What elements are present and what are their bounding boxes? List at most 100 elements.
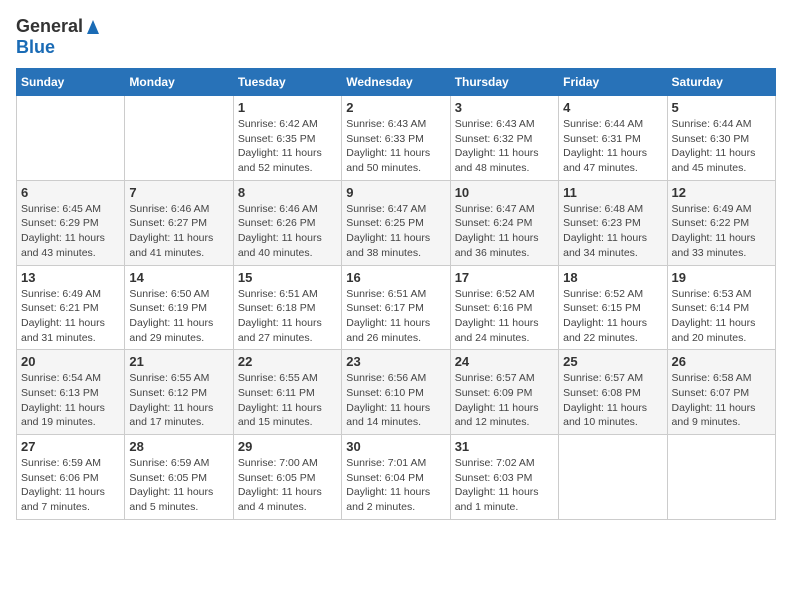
logo-blue-text: Blue	[16, 37, 55, 58]
day-info: Sunrise: 6:52 AM Sunset: 6:15 PM Dayligh…	[563, 287, 662, 346]
day-number: 14	[129, 270, 228, 285]
day-info: Sunrise: 6:44 AM Sunset: 6:30 PM Dayligh…	[672, 117, 771, 176]
calendar-week-row: 1Sunrise: 6:42 AM Sunset: 6:35 PM Daylig…	[17, 96, 776, 181]
calendar-cell: 21 Sunrise: 6:55 AM Sunset: 6:12 PM Dayli…	[125, 350, 233, 435]
day-number: 21	[129, 354, 228, 369]
day-info: Sunrise: 6:53 AM Sunset: 6:14 PM Dayligh…	[672, 287, 771, 346]
calendar-week-row: 6 Sunrise: 6:45 AM Sunset: 6:29 PM Daylig…	[17, 180, 776, 265]
logo-general-text: General	[16, 16, 83, 37]
day-info: Sunrise: 7:00 AM Sunset: 6:05 PM Dayligh…	[238, 456, 337, 515]
day-number: 9	[346, 185, 445, 200]
calendar-cell: 27 Sunrise: 6:59 AM Sunset: 6:06 PM Dayli…	[17, 435, 125, 520]
calendar-cell: 17 Sunrise: 6:52 AM Sunset: 6:16 PM Dayli…	[450, 265, 558, 350]
calendar-cell: 5 Sunrise: 6:44 AM Sunset: 6:30 PM Daylig…	[667, 96, 775, 181]
calendar-cell: 6 Sunrise: 6:45 AM Sunset: 6:29 PM Daylig…	[17, 180, 125, 265]
calendar-cell: 4 Sunrise: 6:44 AM Sunset: 6:31 PM Daylig…	[559, 96, 667, 181]
day-number: 7	[129, 185, 228, 200]
day-info: Sunrise: 6:43 AM Sunset: 6:32 PM Dayligh…	[455, 117, 554, 176]
calendar-cell: 11 Sunrise: 6:48 AM Sunset: 6:23 PM Dayli…	[559, 180, 667, 265]
calendar-cell: 24Sunrise: 6:57 AM Sunset: 6:09 PM Dayli…	[450, 350, 558, 435]
calendar-cell	[17, 96, 125, 181]
calendar-day-header: Tuesday	[233, 69, 341, 96]
calendar-cell: 1Sunrise: 6:42 AM Sunset: 6:35 PM Daylig…	[233, 96, 341, 181]
day-number: 27	[21, 439, 120, 454]
day-info: Sunrise: 6:59 AM Sunset: 6:05 PM Dayligh…	[129, 456, 228, 515]
calendar-cell: 2Sunrise: 6:43 AM Sunset: 6:33 PM Daylig…	[342, 96, 450, 181]
day-info: Sunrise: 6:47 AM Sunset: 6:24 PM Dayligh…	[455, 202, 554, 261]
calendar-cell: 22 Sunrise: 6:55 AM Sunset: 6:11 PM Dayli…	[233, 350, 341, 435]
calendar-cell: 20Sunrise: 6:54 AM Sunset: 6:13 PM Dayli…	[17, 350, 125, 435]
calendar-cell	[125, 96, 233, 181]
day-info: Sunrise: 6:48 AM Sunset: 6:23 PM Dayligh…	[563, 202, 662, 261]
calendar-week-row: 13 Sunrise: 6:49 AM Sunset: 6:21 PM Dayli…	[17, 265, 776, 350]
day-number: 12	[672, 185, 771, 200]
calendar-cell: 3Sunrise: 6:43 AM Sunset: 6:32 PM Daylig…	[450, 96, 558, 181]
day-info: Sunrise: 6:45 AM Sunset: 6:29 PM Dayligh…	[21, 202, 120, 261]
calendar-cell: 29 Sunrise: 7:00 AM Sunset: 6:05 PM Dayli…	[233, 435, 341, 520]
calendar-cell: 14 Sunrise: 6:50 AM Sunset: 6:19 PM Dayli…	[125, 265, 233, 350]
calendar-day-header: Thursday	[450, 69, 558, 96]
day-info: Sunrise: 6:43 AM Sunset: 6:33 PM Dayligh…	[346, 117, 445, 176]
day-number: 30	[346, 439, 445, 454]
day-info: Sunrise: 6:46 AM Sunset: 6:26 PM Dayligh…	[238, 202, 337, 261]
logo-triangle-icon	[84, 18, 102, 36]
day-number: 28	[129, 439, 228, 454]
day-number: 8	[238, 185, 337, 200]
day-info: Sunrise: 6:55 AM Sunset: 6:11 PM Dayligh…	[238, 371, 337, 430]
calendar-cell: 30Sunrise: 7:01 AM Sunset: 6:04 PM Dayli…	[342, 435, 450, 520]
calendar-cell: 16Sunrise: 6:51 AM Sunset: 6:17 PM Dayli…	[342, 265, 450, 350]
calendar-week-row: 20Sunrise: 6:54 AM Sunset: 6:13 PM Dayli…	[17, 350, 776, 435]
day-number: 6	[21, 185, 120, 200]
calendar-cell: 25 Sunrise: 6:57 AM Sunset: 6:08 PM Dayli…	[559, 350, 667, 435]
day-info: Sunrise: 6:44 AM Sunset: 6:31 PM Dayligh…	[563, 117, 662, 176]
day-number: 13	[21, 270, 120, 285]
day-info: Sunrise: 7:02 AM Sunset: 6:03 PM Dayligh…	[455, 456, 554, 515]
calendar-cell: 10 Sunrise: 6:47 AM Sunset: 6:24 PM Dayli…	[450, 180, 558, 265]
day-number: 18	[563, 270, 662, 285]
calendar-cell: 23Sunrise: 6:56 AM Sunset: 6:10 PM Dayli…	[342, 350, 450, 435]
day-info: Sunrise: 6:57 AM Sunset: 6:08 PM Dayligh…	[563, 371, 662, 430]
day-number: 10	[455, 185, 554, 200]
day-number: 25	[563, 354, 662, 369]
day-number: 1	[238, 100, 337, 115]
day-number: 23	[346, 354, 445, 369]
calendar-cell: 12Sunrise: 6:49 AM Sunset: 6:22 PM Dayli…	[667, 180, 775, 265]
calendar-cell: 28 Sunrise: 6:59 AM Sunset: 6:05 PM Dayli…	[125, 435, 233, 520]
calendar-day-header: Wednesday	[342, 69, 450, 96]
day-info: Sunrise: 6:59 AM Sunset: 6:06 PM Dayligh…	[21, 456, 120, 515]
day-number: 4	[563, 100, 662, 115]
day-info: Sunrise: 6:50 AM Sunset: 6:19 PM Dayligh…	[129, 287, 228, 346]
day-number: 11	[563, 185, 662, 200]
day-number: 5	[672, 100, 771, 115]
calendar-cell: 26Sunrise: 6:58 AM Sunset: 6:07 PM Dayli…	[667, 350, 775, 435]
day-info: Sunrise: 6:49 AM Sunset: 6:21 PM Dayligh…	[21, 287, 120, 346]
day-info: Sunrise: 6:51 AM Sunset: 6:18 PM Dayligh…	[238, 287, 337, 346]
calendar-cell: 13 Sunrise: 6:49 AM Sunset: 6:21 PM Dayli…	[17, 265, 125, 350]
calendar-table: SundayMondayTuesdayWednesdayThursdayFrid…	[16, 68, 776, 520]
day-number: 15	[238, 270, 337, 285]
day-number: 20	[21, 354, 120, 369]
calendar-cell	[667, 435, 775, 520]
day-number: 17	[455, 270, 554, 285]
calendar-day-header: Saturday	[667, 69, 775, 96]
day-number: 24	[455, 354, 554, 369]
day-number: 29	[238, 439, 337, 454]
day-number: 16	[346, 270, 445, 285]
calendar-cell: 31 Sunrise: 7:02 AM Sunset: 6:03 PM Dayli…	[450, 435, 558, 520]
day-info: Sunrise: 6:47 AM Sunset: 6:25 PM Dayligh…	[346, 202, 445, 261]
calendar-day-header: Monday	[125, 69, 233, 96]
calendar-cell: 15 Sunrise: 6:51 AM Sunset: 6:18 PM Dayli…	[233, 265, 341, 350]
calendar-cell	[559, 435, 667, 520]
calendar-cell: 19 Sunrise: 6:53 AM Sunset: 6:14 PM Dayli…	[667, 265, 775, 350]
calendar-week-row: 27 Sunrise: 6:59 AM Sunset: 6:06 PM Dayli…	[17, 435, 776, 520]
calendar-cell: 7Sunrise: 6:46 AM Sunset: 6:27 PM Daylig…	[125, 180, 233, 265]
day-number: 22	[238, 354, 337, 369]
calendar-day-header: Friday	[559, 69, 667, 96]
calendar-cell: 8 Sunrise: 6:46 AM Sunset: 6:26 PM Daylig…	[233, 180, 341, 265]
day-number: 19	[672, 270, 771, 285]
calendar-header-row: SundayMondayTuesdayWednesdayThursdayFrid…	[17, 69, 776, 96]
logo: General Blue	[16, 16, 103, 58]
day-info: Sunrise: 6:55 AM Sunset: 6:12 PM Dayligh…	[129, 371, 228, 430]
day-number: 31	[455, 439, 554, 454]
day-info: Sunrise: 6:52 AM Sunset: 6:16 PM Dayligh…	[455, 287, 554, 346]
